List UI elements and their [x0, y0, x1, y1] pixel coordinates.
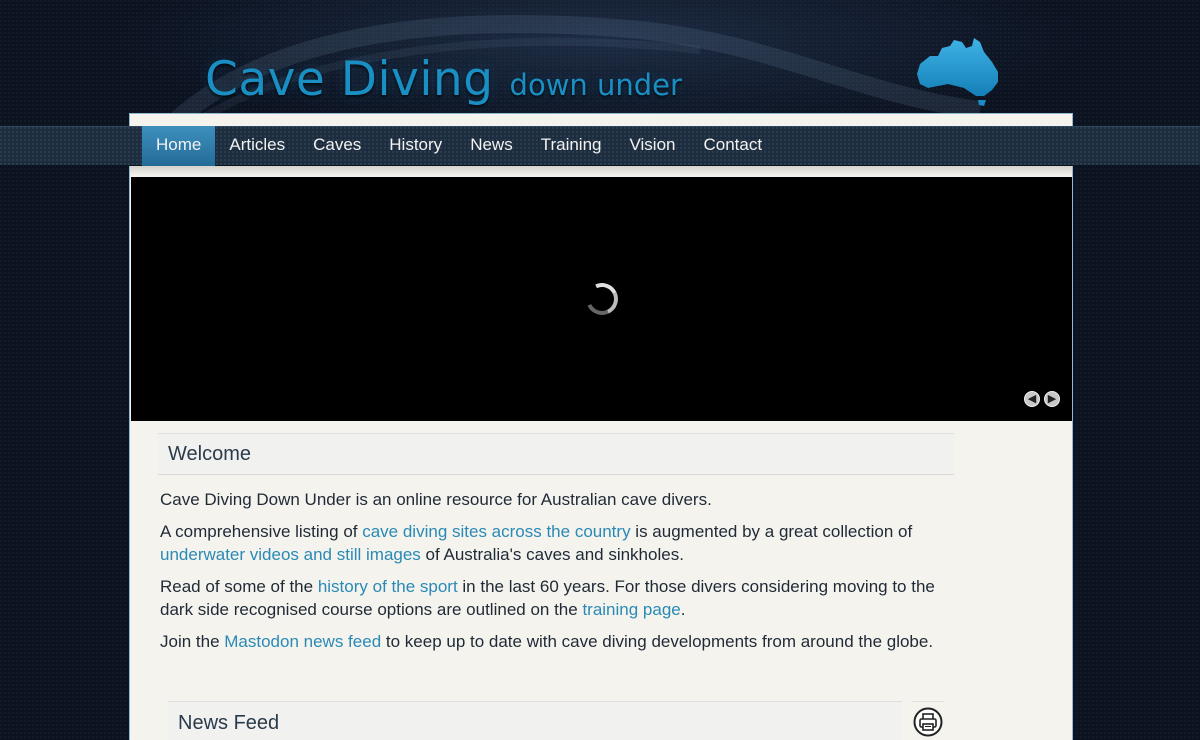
arrow-left-icon[interactable]: ◀ [1024, 391, 1040, 407]
mastodon-feed-link[interactable]: Mastodon news feed [224, 632, 381, 651]
p3-text-d: . [680, 600, 686, 619]
print-icon [913, 707, 943, 737]
training-page-link[interactable]: training page [582, 600, 680, 619]
print-button[interactable] [912, 701, 944, 740]
p1-text: Cave Diving Down Under is an online reso… [160, 490, 712, 509]
site-logo[interactable]: Cave Diving down under [205, 48, 682, 108]
cave-sites-link[interactable]: cave diving sites across the country [362, 522, 630, 541]
nav-item-articles[interactable]: Articles [215, 126, 299, 166]
australia-map-icon [917, 38, 998, 106]
nav-item-contact[interactable]: Contact [690, 126, 777, 166]
frame-shadow [130, 166, 1072, 176]
arrow-right-icon[interactable]: ▶ [1044, 391, 1060, 407]
site-header: Cave Diving down under [0, 0, 1200, 126]
p4-text-b: to keep up to date with cave diving deve… [381, 632, 934, 651]
content-frame-top [129, 113, 1073, 127]
nav-item-vision[interactable]: Vision [616, 126, 690, 166]
welcome-paragraph-4: Join the Mastodon news feed to keep up t… [160, 630, 960, 653]
p3-text-b: in the last 60 years. For those divers c… [457, 577, 935, 596]
p2-text-c: of Australia's caves and sinkholes. [420, 545, 684, 564]
page-content-frame: ◀ ▶ Welcome Cave Diving Down Under is an… [129, 166, 1073, 740]
p4-text-a: Join the [160, 632, 225, 651]
image-slider[interactable]: ◀ ▶ [131, 177, 1072, 421]
videos-images-link[interactable]: underwater videos and still images [160, 545, 421, 564]
p3-text-a: Read of some of the [160, 577, 318, 596]
welcome-title: Welcome [168, 443, 251, 465]
news-feed-heading-bar: News Feed [168, 701, 902, 740]
p2-text-a: A comprehensive listing of [160, 522, 363, 541]
logo-main-text: Cave Diving [205, 52, 494, 107]
welcome-paragraph-1: Cave Diving Down Under is an online reso… [160, 488, 960, 511]
logo-sub-text: down under [509, 68, 682, 102]
welcome-paragraph-2: A comprehensive listing of cave diving s… [160, 520, 960, 566]
nav-item-caves[interactable]: Caves [299, 126, 375, 166]
nav-item-home[interactable]: Home [142, 126, 216, 166]
welcome-content: Cave Diving Down Under is an online reso… [160, 488, 960, 662]
main-nav: Home Articles Caves History News Trainin… [142, 126, 776, 166]
nav-item-training[interactable]: Training [527, 126, 616, 166]
nav-item-news[interactable]: News [456, 126, 527, 166]
loading-spinner-icon [581, 278, 623, 320]
news-feed-title: News Feed [178, 712, 280, 734]
nav-item-history[interactable]: History [375, 126, 456, 166]
welcome-heading-bar: Welcome [158, 433, 954, 475]
welcome-paragraph-3: Read of some of the history of the sport… [160, 575, 960, 621]
p3-text-c: dark side recognised course options are … [160, 600, 583, 619]
p2-text-b: is augmented by a great collection of [630, 522, 913, 541]
history-link[interactable]: history of the sport [318, 577, 458, 596]
